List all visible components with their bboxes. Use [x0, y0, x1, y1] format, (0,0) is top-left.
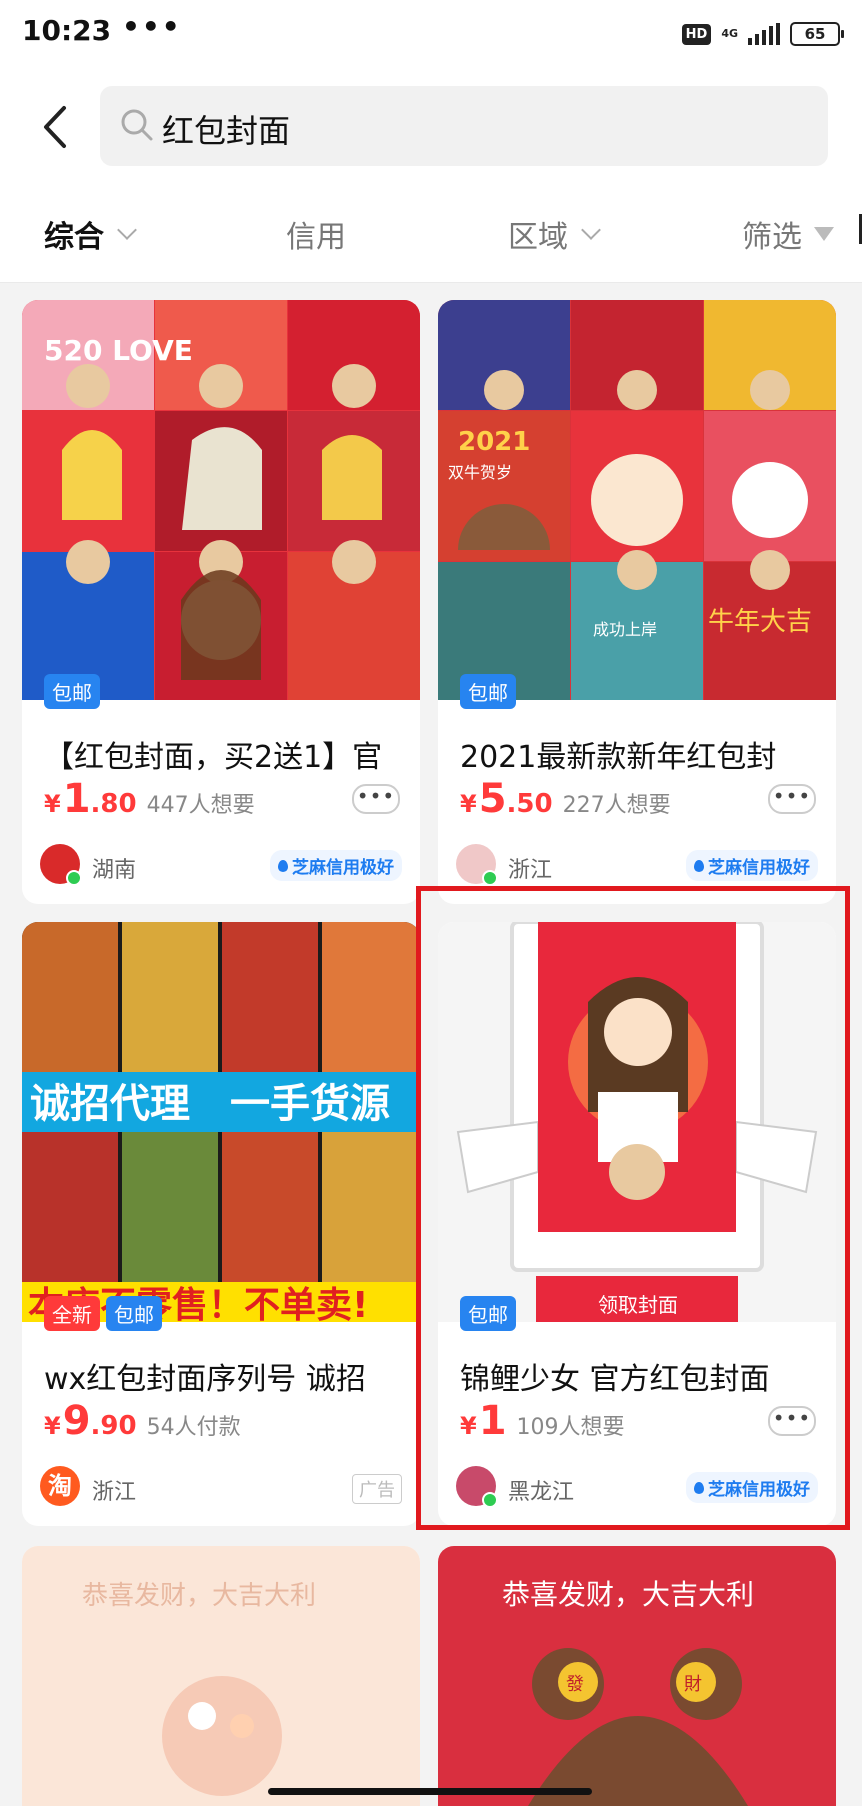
free-shipping-tag: 包邮	[44, 674, 100, 709]
image-text: 成功上岸	[593, 620, 657, 639]
seller-region: 浙江	[92, 1480, 137, 1505]
product-card[interactable]: 2021 双牛贺岁 牛年大吉 成功上岸 包邮 2021最新款新年红包封 ¥ 5 …	[438, 300, 836, 904]
interest-count: 447人想要	[146, 793, 255, 818]
credit-badge: 芝麻信用极好	[686, 850, 818, 881]
image-text: 財	[684, 1674, 702, 1695]
new-tag: 全新	[44, 1296, 100, 1331]
back-arrow-icon[interactable]	[36, 102, 76, 152]
filter-region[interactable]: 区域	[508, 212, 601, 256]
signal-icon	[748, 23, 780, 45]
free-shipping-tag: 包邮	[460, 674, 516, 709]
price-decimal: .90	[90, 1411, 137, 1441]
product-title: wx红包封面序列号 诚招	[44, 1362, 366, 1397]
online-indicator	[482, 870, 498, 886]
tag-list: 全新 包邮	[44, 1296, 162, 1331]
product-card[interactable]: 520 LOVE 包邮 【红包封面，买2送1】官 ¥ 1 .80 447人想要 …	[22, 300, 420, 904]
search-header: 红包封面	[0, 72, 862, 182]
highlight-box	[416, 886, 850, 1530]
free-shipping-tag: 包邮	[106, 1296, 162, 1331]
more-status-icon: •••	[122, 10, 182, 43]
sesame-credit-icon	[694, 859, 704, 872]
hd-icon: HD	[681, 23, 712, 45]
sesame-credit-icon	[278, 859, 288, 872]
status-time: 10:23	[22, 14, 112, 47]
price: ¥ 5 .50 227人想要	[460, 776, 671, 822]
interest-count: 227人想要	[562, 793, 671, 818]
image-text: 恭喜发财，大吉大利	[502, 1578, 754, 1611]
banner-text: 诚招代理 一手货源	[30, 1081, 390, 1127]
image-text: 發	[566, 1674, 584, 1695]
filter-screen[interactable]: 筛选	[742, 212, 834, 256]
seller-region: 浙江	[508, 858, 553, 883]
price-decimal: .50	[506, 789, 553, 819]
currency-symbol: ¥	[44, 1412, 61, 1440]
chevron-down-icon	[581, 220, 601, 240]
product-card[interactable]: 恭喜发财，大吉大利	[22, 1546, 420, 1806]
battery-icon: 65	[790, 22, 844, 46]
image-text: 2021	[458, 427, 530, 457]
filter-label: 区域	[508, 220, 568, 255]
online-indicator	[66, 870, 82, 886]
price-integer: 9	[62, 1398, 91, 1444]
price: ¥ 1 .80 447人想要	[44, 776, 255, 822]
more-options-button[interactable]: •••	[352, 784, 400, 814]
product-image: 520 LOVE	[22, 300, 420, 700]
product-card[interactable]: 诚招代理 一手货源 本店不零售！不单卖! 全新 包邮 wx红包封面序列号 诚招 …	[22, 922, 420, 1526]
filter-label: 筛选	[742, 220, 802, 255]
product-image: 發 財 恭喜发财，大吉大利	[438, 1546, 836, 1806]
price: ¥ 9 .90 54人付款	[44, 1398, 241, 1444]
product-card[interactable]: 發 財 恭喜发财，大吉大利	[438, 1546, 836, 1806]
price-integer: 5	[478, 776, 507, 822]
home-indicator[interactable]	[268, 1788, 592, 1795]
currency-symbol: ¥	[44, 790, 61, 818]
tag-list: 包邮	[44, 674, 100, 709]
credit-label: 芝麻信用极好	[708, 858, 810, 878]
tag-list: 包邮	[460, 674, 516, 709]
filter-credit[interactable]: 信用	[286, 212, 346, 256]
sales-count: 54人付款	[146, 1415, 241, 1440]
price-decimal: .80	[90, 789, 137, 819]
product-image: 诚招代理 一手货源 本店不零售！不单卖!	[22, 922, 420, 1322]
image-text: 双牛贺岁	[448, 463, 512, 482]
search-input[interactable]: 红包封面	[100, 86, 828, 166]
product-title: 【红包封面，买2送1】官	[44, 740, 383, 775]
filter-bar: 综合 信用 区域 筛选	[0, 182, 862, 283]
image-text: 520 LOVE	[44, 334, 193, 367]
image-text: 牛年大吉	[708, 607, 812, 637]
network-label: 4G	[721, 27, 738, 40]
product-image: 2021 双牛贺岁 牛年大吉 成功上岸	[438, 300, 836, 700]
filter-label: 信用	[286, 220, 346, 255]
avatar[interactable]	[456, 844, 498, 886]
credit-label: 芝麻信用极好	[292, 858, 394, 878]
search-query: 红包封面	[162, 112, 291, 150]
search-icon	[121, 109, 153, 141]
product-image: 恭喜发财，大吉大利	[22, 1546, 420, 1806]
product-title: 2021最新款新年红包封	[460, 740, 777, 775]
image-text: 恭喜发财，大吉大利	[82, 1581, 316, 1611]
credit-badge: 芝麻信用极好	[270, 850, 402, 881]
seller-region: 湖南	[92, 858, 137, 883]
avatar[interactable]	[40, 844, 82, 886]
price-integer: 1	[62, 776, 91, 822]
filter-label: 综合	[44, 220, 104, 255]
currency-symbol: ¥	[460, 790, 477, 818]
status-bar: 10:23 ••• HD 4G 65	[0, 0, 862, 72]
filter-comprehensive[interactable]: 综合	[44, 212, 137, 256]
chevron-down-icon	[117, 220, 137, 240]
ad-label: 广告	[352, 1474, 402, 1504]
taobao-shop-icon[interactable]: 淘	[40, 1466, 80, 1506]
more-options-button[interactable]: •••	[768, 784, 816, 814]
filter-icon	[814, 227, 834, 241]
status-icons: HD 4G 65	[681, 16, 844, 52]
